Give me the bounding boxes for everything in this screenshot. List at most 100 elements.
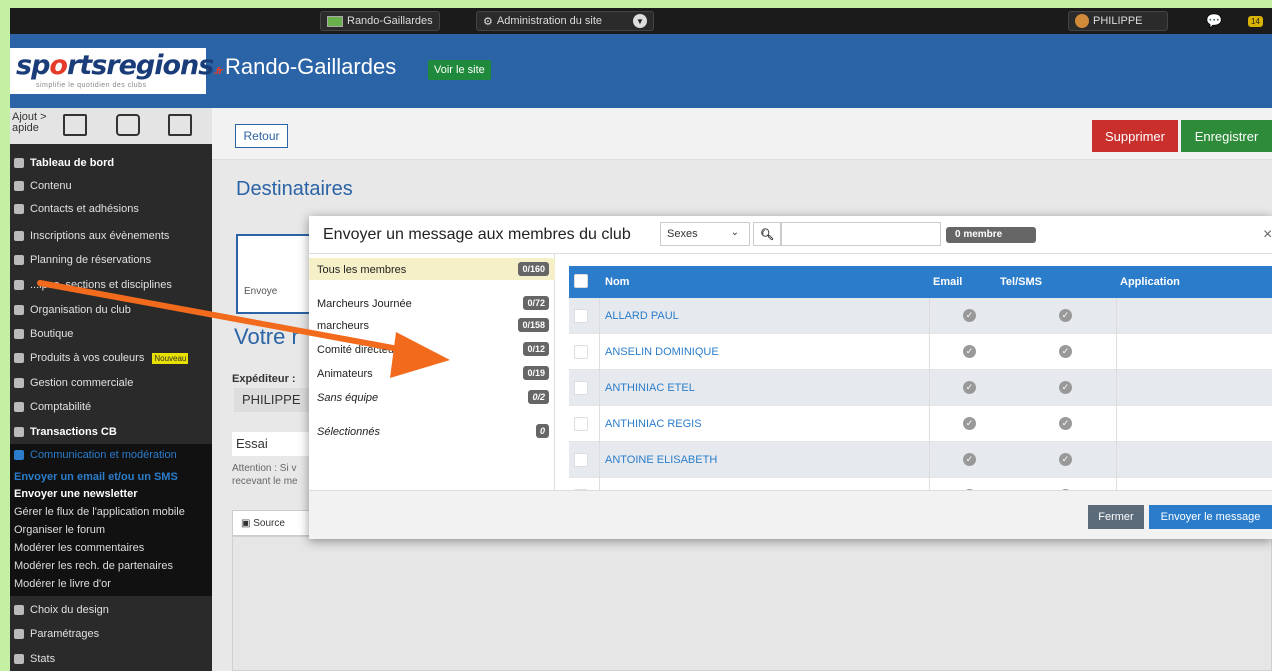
sender-field[interactable]: PHILIPPE [234,388,314,412]
logo-suffix: .fr [213,67,223,77]
member-name-link[interactable]: ANTOINE ELISABETH [605,454,717,466]
source-button[interactable]: ▣ Source [232,510,312,536]
check-icon: ✓ [963,417,976,430]
submenu-send-email[interactable]: Envoyer un email et/ou un SMS [14,471,178,483]
submenu-partners[interactable]: Modérer les rech. de partenaires [14,560,173,572]
sidebar-item-shop[interactable]: Boutique [10,323,212,345]
calendar-icon[interactable] [116,114,140,136]
logo[interactable]: sportsregions.fr simplifie le quotidien … [10,48,223,94]
group-item-comite[interactable]: Comité directeur 0/12 [309,338,555,360]
logo-text-o: o [49,50,68,81]
row-checkbox[interactable] [574,309,588,323]
sidebar-item-communication[interactable]: Communication et modération [10,444,212,466]
sidebar-item-contacts[interactable]: Contacts et adhésions [10,198,212,220]
sidebar-item-label: Gestion commerciale [30,377,134,389]
group-item-marcheurs[interactable]: marcheurs 0/158 [309,314,555,336]
send-option-card[interactable] [236,234,316,314]
search-icon[interactable]: 🔍︎ [753,222,781,246]
group-label: Sans équipe [317,392,379,404]
submenu-app-feed[interactable]: Gérer le flux de l'application mobile [14,506,185,518]
sender-label: Expéditeur : [232,373,296,385]
row-checkbox[interactable] [574,453,588,467]
group-item-sans-equipe[interactable]: Sans équipe 0/2 [309,386,555,408]
check-icon: ✓ [1059,309,1072,322]
admin-menu[interactable]: ⚙ Administration du site ▼ [476,11,654,31]
group-item-marcheurs-journee[interactable]: Marcheurs Journée 0/72 [309,292,555,314]
close-button[interactable]: Fermer [1088,505,1144,529]
table-row[interactable]: ✓ ✓ [569,478,1272,490]
site-switcher-label: Rando-Gaillardes [347,15,433,27]
save-button[interactable]: Enregistrer [1181,120,1272,152]
gear-icon [14,629,24,639]
table-row[interactable]: ANSELIN DOMINIQUE ✓ ✓ [569,334,1272,370]
user-menu[interactable]: PHILIPPE [1068,11,1168,31]
view-site-button[interactable]: Voir le site [428,60,491,80]
table-row[interactable]: ANTHINIAC ETEL ✓ ✓ [569,370,1272,406]
sidebar-item-design[interactable]: Choix du design [10,599,212,621]
submenu-guestbook[interactable]: Modérer le livre d'or [14,578,111,590]
column-divider [599,334,600,370]
sidebar-item-accounting[interactable]: Comptabilité [10,396,212,418]
group-count: 0/72 [523,296,549,310]
sidebar-item-dashboard[interactable]: Tableau de bord [10,152,212,174]
sidebar-item-transactions[interactable]: Transactions CB [10,421,212,443]
sidebar-item-content[interactable]: Contenu [10,175,212,197]
user-name: PHILIPPE [1093,15,1143,27]
sidebar-item-label: Organisation du club [30,304,131,316]
calendar-icon [14,231,24,241]
member-search-input[interactable] [781,222,941,246]
submenu-comments[interactable]: Modérer les commentaires [14,542,144,554]
chat-icon[interactable]: 💬 [1206,11,1222,31]
attention-note: Attention : Si v recevant le me [232,462,298,488]
quick-add-line2: apide [12,122,39,134]
table-row[interactable]: ANTHINIAC REGIS ✓ ✓ [569,406,1272,442]
check-icon: ✓ [963,381,976,394]
message-editor[interactable] [232,536,1272,671]
site-thumbnail-icon [327,15,343,27]
member-name-link[interactable]: ANSELIN DOMINIQUE [605,346,719,358]
group-item-animateurs[interactable]: Animateurs 0/19 [309,362,555,384]
sidebar-item-teams[interactable]: ...ipes, sections et disciplines [10,274,212,296]
select-all-checkbox[interactable] [574,274,588,288]
quick-add-bar: Ajout > apide [10,108,212,144]
table-row[interactable]: ALLARD PAUL ✓ ✓ [569,298,1272,334]
sidebar-item-stats[interactable]: Stats [10,648,212,670]
group-item-all[interactable]: Tous les membres 0/160 [309,258,555,280]
sidebar-item-planning[interactable]: Planning de réservations [10,249,212,271]
member-name-link[interactable]: ALLARD PAUL [605,310,679,322]
member-name-link[interactable]: ANTHINIAC REGIS [605,418,702,430]
sidebar-item-label: Boutique [30,328,74,340]
sidebar-item-organisation[interactable]: Organisation du club [10,299,212,321]
send-message-button[interactable]: Envoyer le message [1149,505,1272,529]
submenu-newsletter[interactable]: Envoyer une newsletter [14,488,138,500]
sidebar-item-products[interactable]: Produits à vos couleurs Nouveau [10,347,212,369]
sex-filter-select[interactable]: Sexes ⌄ [660,222,750,246]
subject-field[interactable]: Essai [232,432,312,456]
member-name-link[interactable]: ANTHINIAC ETEL [605,382,695,394]
row-checkbox[interactable] [574,345,588,359]
chevron-down-icon[interactable]: ▼ [633,14,647,28]
group-label: Animateurs [317,368,373,380]
check-icon: ✓ [963,345,976,358]
quick-add-label[interactable]: Ajout > apide [12,112,47,134]
close-icon[interactable]: × [1263,226,1272,244]
site-switcher[interactable]: Rando-Gaillardes [320,11,440,31]
modal-header: Envoyer un message aux membres du club S… [309,216,1272,254]
group-item-selectionnes[interactable]: Sélectionnés 0 [309,420,555,442]
sidebar-item-commercial[interactable]: Gestion commerciale [10,372,212,394]
row-checkbox[interactable] [574,381,588,395]
sidebar-item-settings[interactable]: Paramétrages [10,623,212,645]
column-header-name[interactable]: Nom [605,276,629,288]
article-icon[interactable] [63,114,87,136]
back-button[interactable]: Retour [235,124,288,148]
sidebar-item-events[interactable]: Inscriptions aux évènements [10,225,212,247]
group-label: Marcheurs Journée [317,298,412,310]
notifications-button[interactable]: 14 [1248,11,1263,31]
submenu-forum[interactable]: Organiser le forum [14,524,105,536]
shirt-icon [14,353,24,363]
row-checkbox[interactable] [574,417,588,431]
table-row[interactable]: ANTOINE ELISABETH ✓ ✓ [569,442,1272,478]
image-icon[interactable] [168,114,192,136]
sidebar-item-label: Choix du design [30,604,109,616]
delete-button[interactable]: Supprimer [1092,120,1178,152]
